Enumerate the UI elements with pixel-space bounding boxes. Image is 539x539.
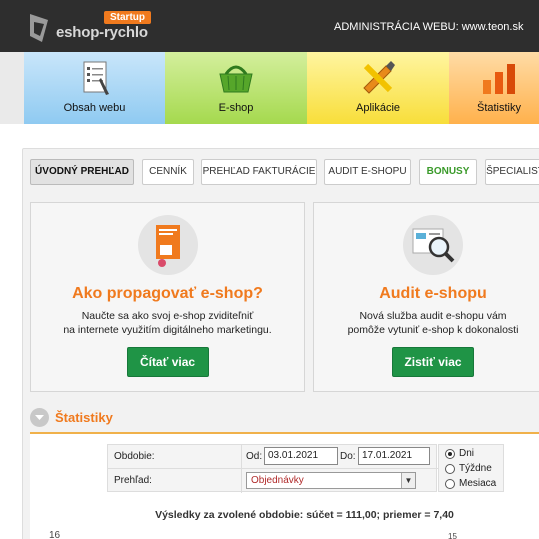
to-label: Do: <box>340 451 356 462</box>
top-header: eshop-rychlo Startup ADMINISTRÁCIA WEBU:… <box>0 0 539 52</box>
divider <box>241 469 242 493</box>
card-description: Nová služba audit e-shopu vám pomôže vyt… <box>324 309 539 337</box>
radio-dot <box>445 479 455 489</box>
chevron-down-icon: ▼ <box>401 473 415 488</box>
ebook-illustration <box>137 215 198 275</box>
radio-dot <box>445 449 455 459</box>
period-label: Obdobie: <box>114 451 155 462</box>
granularity-radios: Dni Týždne Mesiaca <box>438 444 504 492</box>
overview-selected-value: Objednávky <box>251 475 304 486</box>
overview-row: Prehľad: Objednávky ▼ <box>108 469 438 493</box>
radio-label: Mesiaca <box>459 478 497 489</box>
shopping-basket-icon <box>219 65 253 93</box>
startup-badge: Startup <box>104 11 151 24</box>
stats-title: Štatistiky <box>55 410 113 425</box>
radio-dot <box>445 464 455 474</box>
document-list-icon <box>83 61 109 95</box>
card-desc-line: Nová služba audit e-shopu vám <box>359 310 507 322</box>
card-desc-line: pomôže vytuniť e-shop k dokonalosti <box>347 324 519 336</box>
divider <box>241 445 242 469</box>
chart-axis-right-label: 15 <box>448 532 457 539</box>
period-row: Obdobie: Od: 03.01.2021 Do: 17.01.2021 <box>108 445 438 469</box>
promo-card-audit: Audit e-shopu Nová služba audit e-shopu … <box>313 202 539 392</box>
nav-item-obsah-webu[interactable]: Obsah webu <box>24 52 165 124</box>
nav-label: E-shop <box>218 102 254 114</box>
chart-axis-left-label: 16 <box>49 530 61 539</box>
card-title: Ako propagovať e-shop? <box>72 285 263 302</box>
from-date-input[interactable]: 03.01.2021 <box>264 447 338 465</box>
logo[interactable]: eshop-rychlo Startup <box>26 11 176 46</box>
promo-card-marketing: Ako propagovať e-shop? Naučte sa ako svo… <box>30 202 305 392</box>
tools-icon <box>363 61 395 94</box>
radio-label: Dni <box>459 448 475 459</box>
stats-summary: Výsledky za zvolené obdobie: súčet = 111… <box>155 509 454 521</box>
card-desc-line: Naučte sa ako svoj e-shop zviditeľniť <box>81 310 254 322</box>
nav-item-statistiky[interactable]: Štatistiky <box>449 52 539 124</box>
nav-label: Aplikácie <box>355 102 401 114</box>
nav-item-aplikacie[interactable]: Aplikácie <box>307 52 449 124</box>
admin-title: ADMINISTRÁCIA WEBU: www.teon.sk <box>334 21 524 33</box>
main-nav: Obsah webu E-shop Aplikácie Štatistiky <box>0 52 539 124</box>
nav-label: Štatistiky <box>476 102 521 114</box>
collapse-toggle[interactable] <box>30 408 49 427</box>
from-label: Od: <box>246 451 263 462</box>
tab-uvodny-prehlad[interactable]: ÚVODNÝ PREHĽAD <box>30 159 134 185</box>
radio-label: Týždne <box>459 463 492 474</box>
audit-illustration <box>403 215 463 275</box>
ebook-icon <box>155 225 180 267</box>
tab-specialist[interactable]: ŠPECIALIST <box>485 159 539 185</box>
card-title: Audit e-shopu <box>379 285 487 302</box>
magnifier-icon <box>412 228 455 263</box>
stats-filter: Obdobie: Od: 03.01.2021 Do: 17.01.2021 P… <box>107 444 438 493</box>
logo-text: eshop-rychlo <box>56 24 148 41</box>
stats-header: Štatistiky <box>30 404 539 434</box>
nav-label: Obsah webu <box>63 102 126 114</box>
read-more-button[interactable]: Čítať viac <box>126 347 209 377</box>
tab-prehlad-fakturacie[interactable]: PREHĽAD FAKTURÁCIE <box>201 159 317 185</box>
card-description: Naučte sa ako svoj e-shop zviditeľniť na… <box>41 309 294 337</box>
overview-label: Prehľad: <box>114 475 152 486</box>
tab-cennik[interactable]: CENNÍK <box>142 159 194 185</box>
tab-audit-e-shopu[interactable]: AUDIT E-SHOPU <box>324 159 411 185</box>
to-date-input[interactable]: 17.01.2021 <box>358 447 430 465</box>
card-desc-line: na internete využitím digitálneho market… <box>63 324 272 336</box>
overview-select[interactable]: Objednávky ▼ <box>246 472 416 489</box>
chevron-down-icon <box>35 415 44 420</box>
find-out-more-button[interactable]: Zistiť viac <box>392 347 474 377</box>
bar-chart-icon <box>483 64 515 94</box>
nav-item-e-shop[interactable]: E-shop <box>165 52 307 124</box>
logo-mark-icon <box>30 14 48 42</box>
tab-bonusy[interactable]: BONUSY <box>419 159 477 185</box>
